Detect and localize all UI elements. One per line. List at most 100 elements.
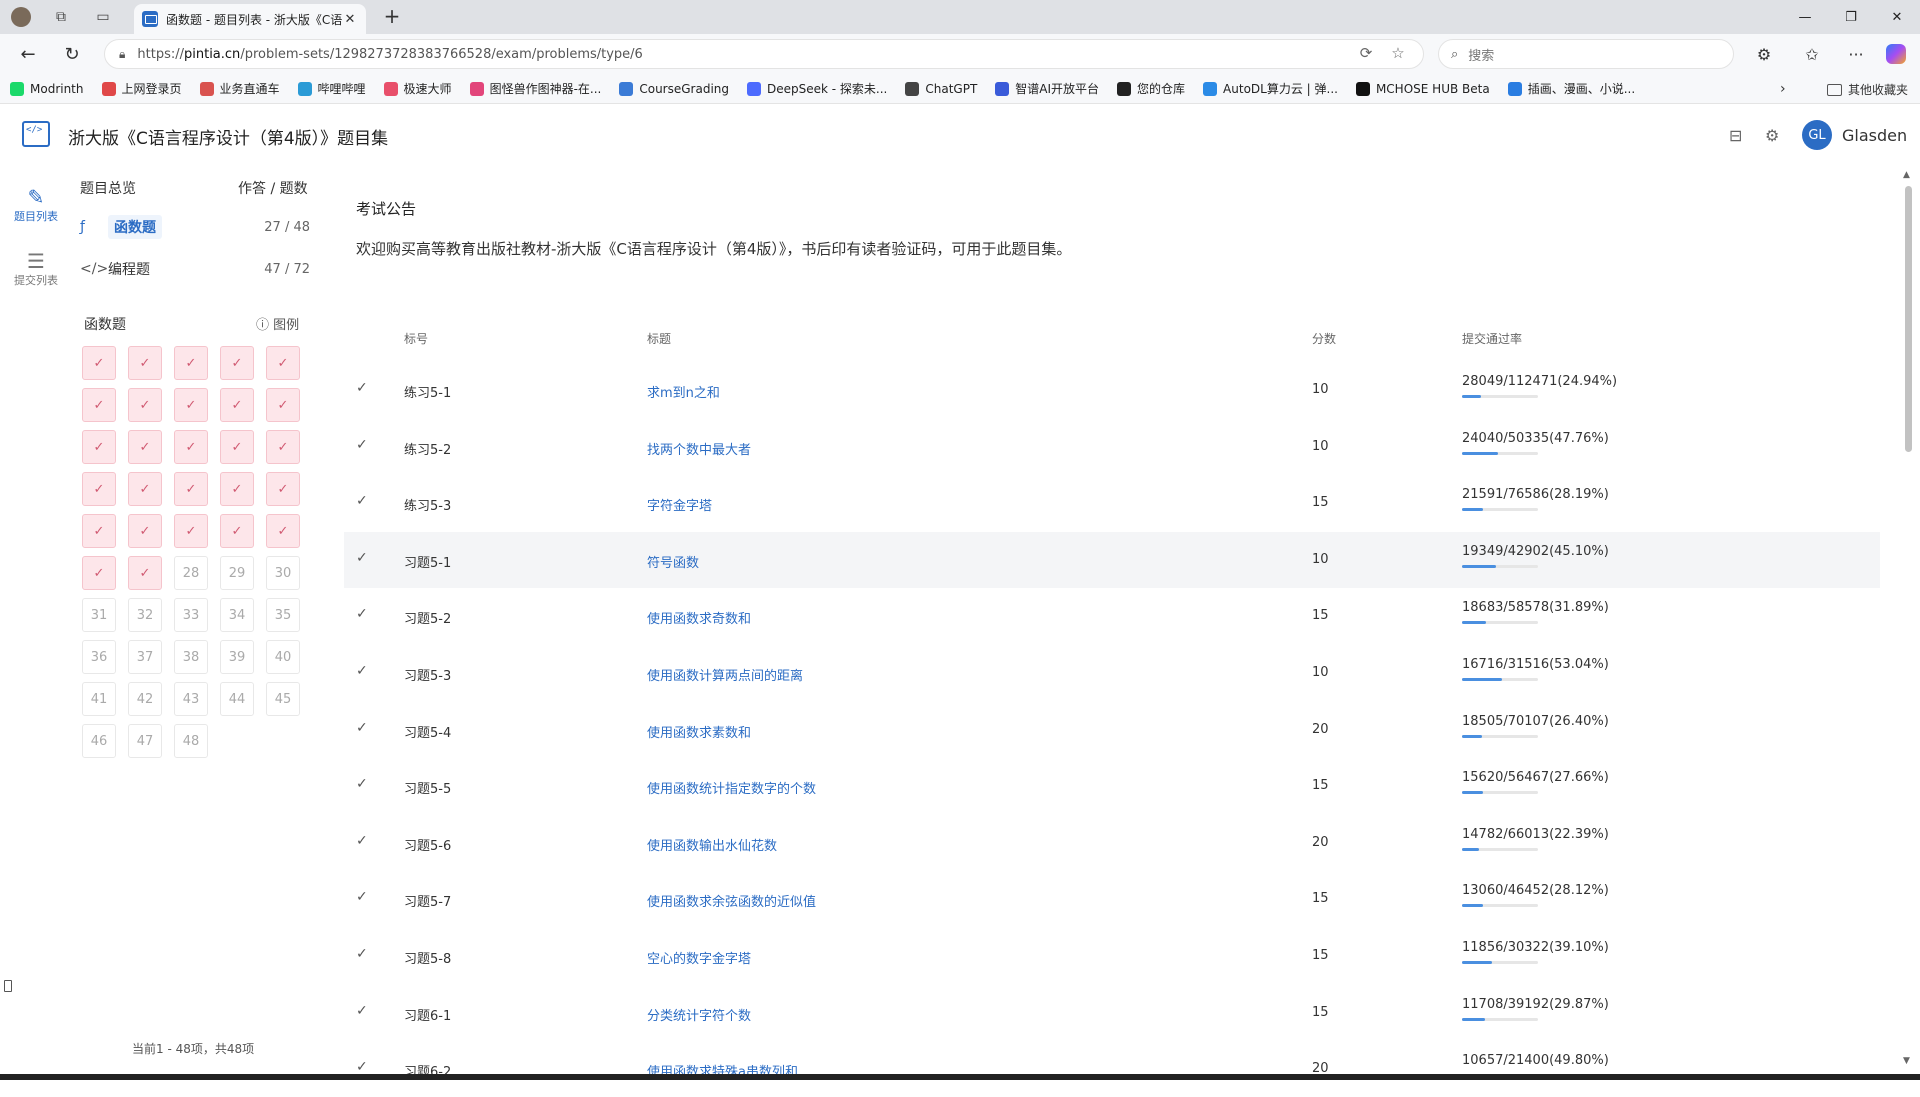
bookmark-item[interactable]: CourseGrading — [619, 81, 729, 96]
copilot-icon[interactable] — [1882, 41, 1910, 67]
table-row[interactable]: ✓ 习题5-2 使用函数求奇数和 15 18683/58578(31.89%) — [344, 588, 1880, 644]
problem-cell[interactable]: 28 — [174, 556, 208, 590]
problem-title-link[interactable]: 分类统计字符个数 — [647, 1005, 751, 1024]
problem-cell[interactable]: 44 — [220, 682, 254, 716]
scroll-up-icon[interactable]: ▲ — [1903, 170, 1910, 180]
bookmark-item[interactable]: 哔哩哔哩 — [297, 80, 366, 97]
problem-cell[interactable]: 39 — [220, 640, 254, 674]
problem-cell[interactable]: 31 — [82, 598, 116, 632]
bookmark-item[interactable]: 业务直通车 — [199, 80, 280, 97]
rail-submission-list[interactable]: ☰ 提交列表 — [6, 250, 66, 288]
problem-cell-passed[interactable]: ✓ — [266, 430, 300, 464]
problem-cell-passed[interactable]: ✓ — [266, 346, 300, 380]
problem-cell[interactable]: 36 — [82, 640, 116, 674]
bookmark-item[interactable]: 您的仓库 — [1117, 80, 1185, 97]
problem-title-link[interactable]: 字符金字塔 — [647, 495, 712, 514]
problem-cell-passed[interactable]: ✓ — [174, 472, 208, 506]
favorite-star-icon[interactable]: ☆ — [1387, 44, 1409, 66]
problem-cell-passed[interactable]: ✓ — [266, 472, 300, 506]
problem-cell-passed[interactable]: ✓ — [82, 388, 116, 422]
problem-cell-passed[interactable]: ✓ — [82, 556, 116, 590]
problem-cell-passed[interactable]: ✓ — [128, 430, 162, 464]
problem-cell-passed[interactable]: ✓ — [174, 388, 208, 422]
problem-cell-passed[interactable]: ✓ — [266, 388, 300, 422]
problem-cell-passed[interactable]: ✓ — [220, 472, 254, 506]
other-bookmarks-folder[interactable]: 其他收藏夹 — [1826, 81, 1908, 98]
problem-title-link[interactable]: 使用函数输出水仙花数 — [647, 835, 777, 854]
scroll-down-icon[interactable]: ▼ — [1903, 1056, 1910, 1066]
table-row[interactable]: ✓ 习题5-5 使用函数统计指定数字的个数 15 15620/56467(27.66%) — [344, 758, 1880, 814]
search-box[interactable]: ⌕ 搜索 — [1438, 39, 1734, 69]
close-tab-icon[interactable]: ✕ — [342, 12, 358, 27]
problem-cell-passed[interactable]: ✓ — [82, 472, 116, 506]
read-aloud-icon[interactable]: ⟳ — [1355, 44, 1377, 66]
problem-cell[interactable]: 47 — [128, 724, 162, 758]
bookmark-item[interactable]: AutoDL算力云 | 弹... — [1203, 80, 1338, 97]
address-bar[interactable]: 🔒︎ https://pintia.cn/problem-sets/129827… — [104, 39, 1424, 69]
problem-title-link[interactable]: 符号函数 — [647, 552, 699, 571]
extensions-icon[interactable]: ⚙ — [1750, 41, 1778, 67]
rail-problem-list[interactable]: ✎ 题目列表 — [6, 186, 66, 224]
bookmark-item[interactable]: 图怪兽作图神器-在... — [469, 80, 601, 97]
problem-cell-passed[interactable]: ✓ — [220, 430, 254, 464]
profile-avatar-icon[interactable] — [8, 5, 34, 29]
problem-cell[interactable]: 30 — [266, 556, 300, 590]
problem-cell-passed[interactable]: ✓ — [220, 388, 254, 422]
problem-cell-passed[interactable]: ✓ — [220, 514, 254, 548]
problem-cell[interactable]: 35 — [266, 598, 300, 632]
type-function-problems[interactable]: ƒ 函数题 27 / 48 — [80, 212, 310, 242]
problem-cell[interactable]: 46 — [82, 724, 116, 758]
new-tab-button[interactable]: + — [378, 5, 406, 29]
problem-title-link[interactable]: 使用函数统计指定数字的个数 — [647, 778, 816, 797]
active-tab[interactable]: 函数题 - 题目列表 - 浙大版《C语 ✕ — [134, 4, 366, 34]
restore-icon[interactable]: ❐ — [1828, 0, 1874, 34]
bookmark-item[interactable]: MCHOSE HUB Beta — [1355, 81, 1490, 96]
problem-cell-passed[interactable]: ✓ — [82, 346, 116, 380]
problem-cell[interactable]: 33 — [174, 598, 208, 632]
problem-cell-passed[interactable]: ✓ — [128, 514, 162, 548]
bookmark-item[interactable]: ChatGPT — [905, 81, 977, 96]
legend-toggle[interactable]: ⓘ 图例 — [256, 314, 299, 333]
problem-cell-passed[interactable]: ✓ — [82, 430, 116, 464]
bookmark-item[interactable]: DeepSeek - 探索未... — [747, 80, 887, 97]
problem-title-link[interactable]: 找两个数中最大者 — [647, 439, 751, 458]
problem-title-link[interactable]: 空心的数字金字塔 — [647, 948, 751, 967]
problem-cell-passed[interactable]: ✓ — [220, 346, 254, 380]
problem-cell-passed[interactable]: ✓ — [128, 388, 162, 422]
user-avatar[interactable]: GL — [1802, 120, 1832, 150]
problem-cell[interactable]: 42 — [128, 682, 162, 716]
problem-cell[interactable]: 41 — [82, 682, 116, 716]
problem-cell[interactable]: 48 — [174, 724, 208, 758]
site-info-icon[interactable]: 🔒︎ — [119, 47, 125, 62]
bookmark-item[interactable]: 极速大师 — [383, 80, 452, 97]
problem-cell-passed[interactable]: ✓ — [174, 430, 208, 464]
table-row[interactable]: ✓ 习题6-2 使用函数求特殊a串数列和 20 10657/21400(49.80%) — [344, 1041, 1880, 1097]
minimize-icon[interactable]: — — [1782, 0, 1828, 34]
more-bookmarks-chevron-icon[interactable]: › — [1780, 81, 1786, 97]
problem-cell-passed[interactable]: ✓ — [266, 514, 300, 548]
table-row[interactable]: ✓ 习题5-7 使用函数求余弦函数的近似值 15 13060/46452(28.12%) — [344, 871, 1880, 927]
collapse-panel-icon[interactable] — [4, 980, 12, 992]
table-row[interactable]: ✓ 练习5-3 字符金字塔 15 21591/76586(28.19%) — [344, 475, 1880, 531]
username[interactable]: Glasden — [1842, 126, 1907, 145]
problem-cell-passed[interactable]: ✓ — [128, 472, 162, 506]
bookmark-item[interactable]: 上网登录页 — [101, 80, 182, 97]
table-row[interactable]: ✓ 习题5-3 使用函数计算两点间的距离 10 16716/31516(53.04%) — [344, 645, 1880, 701]
problem-title-link[interactable]: 使用函数计算两点间的距离 — [647, 665, 803, 684]
problem-cell[interactable]: 32 — [128, 598, 162, 632]
table-row[interactable]: ✓ 习题6-1 分类统计字符个数 15 11708/39192(29.87%) — [344, 985, 1880, 1041]
bookmark-item[interactable]: 插画、漫画、小说... — [1507, 80, 1635, 97]
table-row[interactable]: ✓ 习题5-4 使用函数求素数和 20 18505/70107(26.40%) — [344, 702, 1880, 758]
bookmark-item[interactable]: Modrinth — [10, 81, 84, 96]
problem-cell-passed[interactable]: ✓ — [174, 514, 208, 548]
problem-cell[interactable]: 40 — [266, 640, 300, 674]
table-row[interactable]: ✓ 习题5-6 使用函数输出水仙花数 20 14782/66013(22.39%) — [344, 815, 1880, 871]
table-row[interactable]: ✓ 练习5-2 找两个数中最大者 10 24040/50335(47.76%) — [344, 419, 1880, 475]
tab-actions-icon[interactable]: ▭ — [90, 5, 116, 29]
pta-logo-icon[interactable] — [22, 121, 50, 147]
type-programming-problems[interactable]: </> 编程题 47 / 72 — [80, 254, 310, 284]
problem-cell-passed[interactable]: ✓ — [82, 514, 116, 548]
scrollbar-thumb[interactable] — [1905, 186, 1912, 452]
problem-cell[interactable]: 45 — [266, 682, 300, 716]
close-window-icon[interactable]: ✕ — [1874, 0, 1920, 34]
